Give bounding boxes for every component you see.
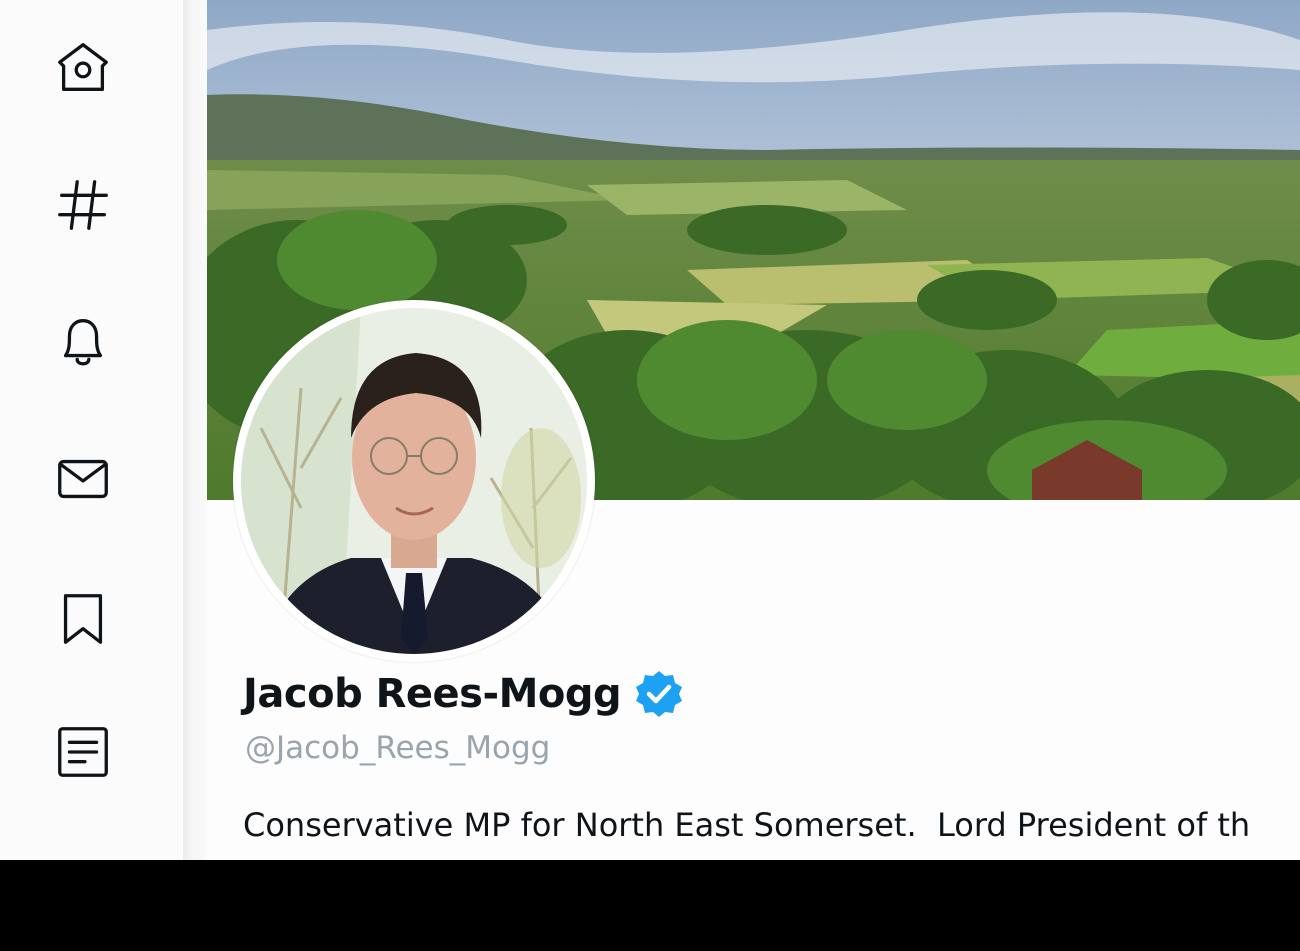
browser-screen: Jacob Rees-Mogg @Jacob_Rees_Mogg Conserv… <box>0 0 1300 860</box>
display-name-row: Jacob Rees-Mogg <box>243 668 685 720</box>
nav-lists[interactable] <box>48 717 118 787</box>
avatar-photo <box>241 308 587 654</box>
portrait-image <box>241 308 587 654</box>
home-icon <box>58 43 108 91</box>
user-handle: @Jacob_Rees_Mogg <box>245 730 551 766</box>
sidebar-nav <box>0 0 183 860</box>
hashtag-icon <box>58 180 108 230</box>
bookmark-icon <box>63 594 103 644</box>
nav-explore[interactable] <box>48 170 118 240</box>
profile-avatar[interactable] <box>233 300 595 662</box>
verified-badge-icon <box>636 671 683 717</box>
nav-bookmarks[interactable] <box>48 584 118 654</box>
nav-notifications[interactable] <box>48 307 118 377</box>
nav-messages[interactable] <box>48 444 118 514</box>
sidebar-divider <box>183 0 207 860</box>
list-document-icon <box>58 727 108 777</box>
bell-icon <box>63 319 103 366</box>
display-name: Jacob Rees-Mogg <box>243 671 622 717</box>
envelope-icon <box>58 459 108 499</box>
bottom-black-bar <box>0 860 1300 951</box>
nav-home[interactable] <box>48 33 118 103</box>
profile-bio: Conservative MP for North East Somerset.… <box>243 806 1251 844</box>
